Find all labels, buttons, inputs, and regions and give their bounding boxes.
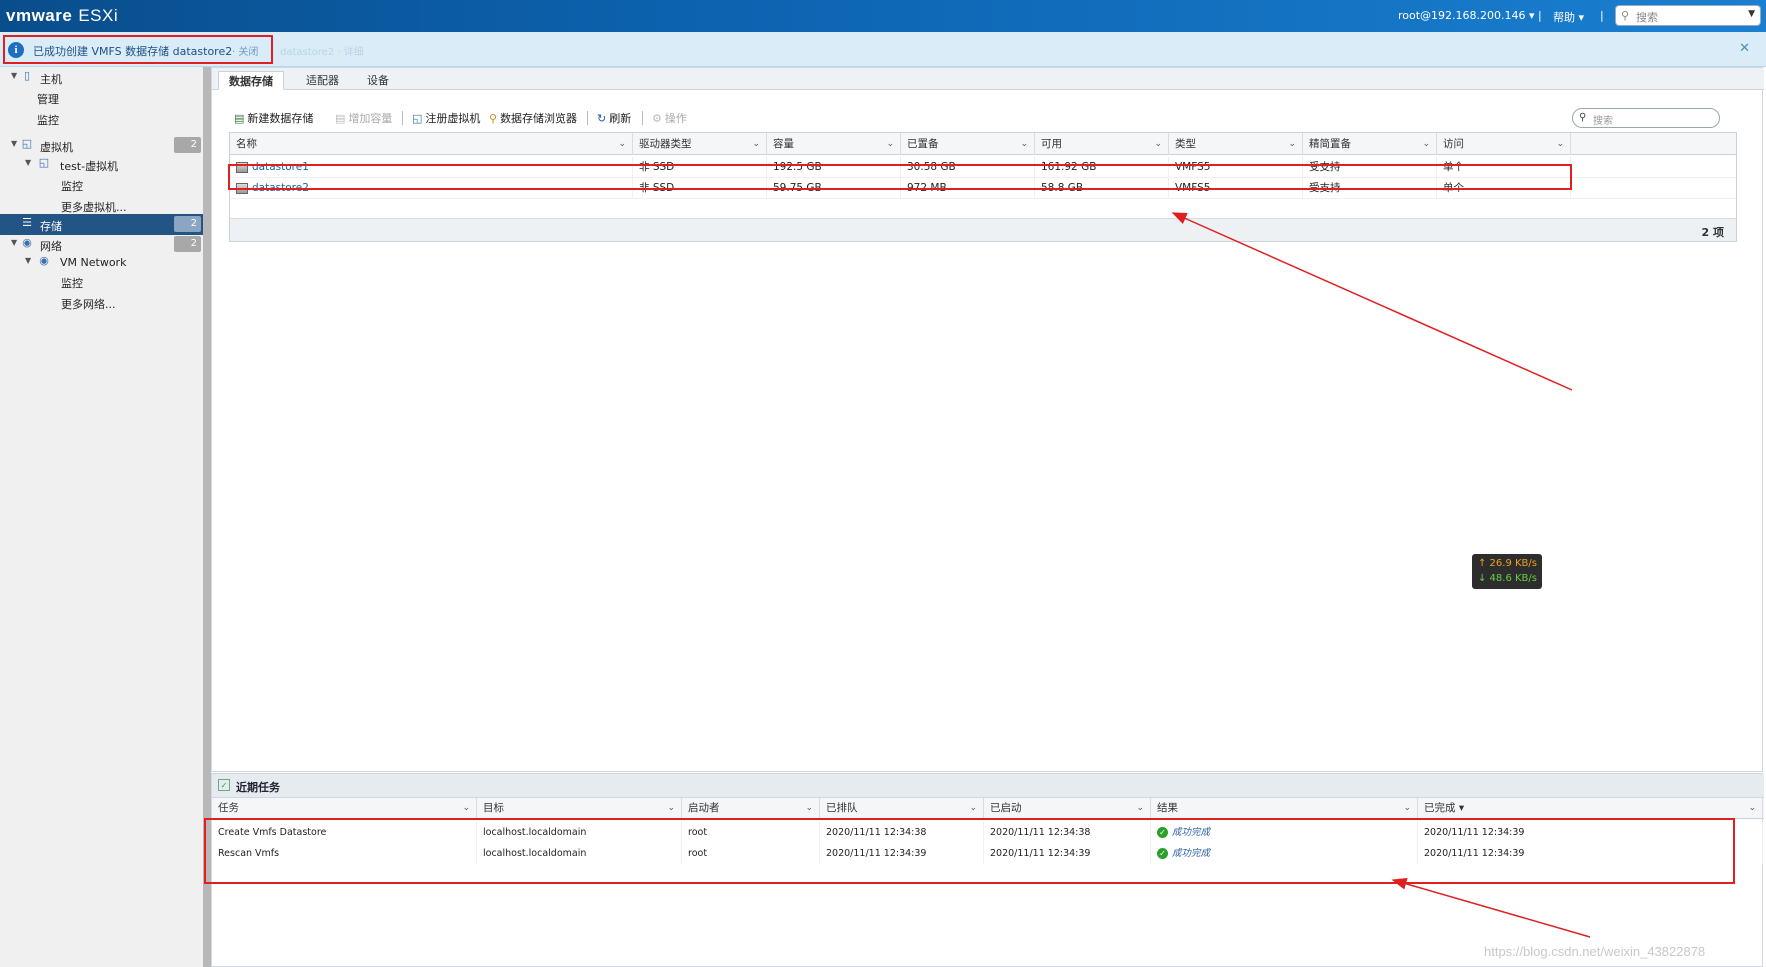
watermark: https://blog.csdn.net/weixin_43822878 xyxy=(1484,944,1706,959)
arrow xyxy=(1171,212,1573,391)
arrow xyxy=(1391,877,1591,938)
annotation-arrows xyxy=(1171,212,1591,938)
